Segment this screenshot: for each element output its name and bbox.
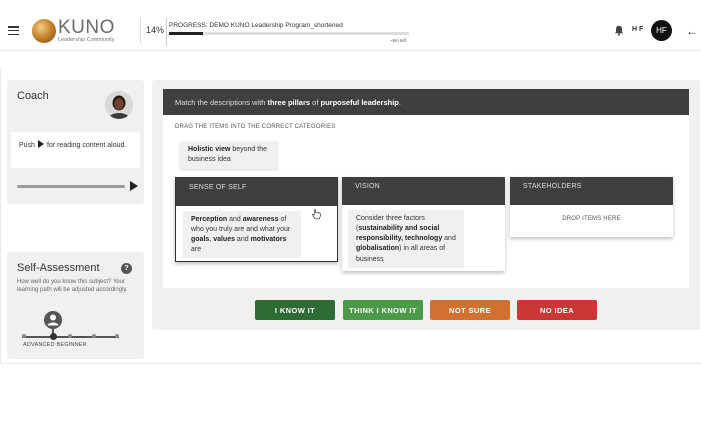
question-text-part: Match the descriptions with	[175, 98, 268, 107]
item-text-bold: Perception	[191, 216, 228, 223]
hamburger-menu-icon[interactable]	[8, 26, 19, 36]
not-sure-button[interactable]: NOT SURE	[430, 300, 510, 320]
slider-tick	[68, 334, 72, 338]
no-idea-button[interactable]: NO IDEA	[517, 300, 597, 320]
help-icon[interactable]: ?	[121, 263, 132, 274]
item-text-bold: awareness	[242, 216, 279, 223]
progress-fill	[169, 32, 203, 35]
question-text-part: of	[310, 98, 321, 107]
item-text: and	[442, 235, 456, 243]
audio-progress-track[interactable]	[17, 185, 125, 188]
progress-bar	[169, 32, 409, 35]
coach-avatar	[105, 91, 133, 119]
item-text: are	[191, 246, 202, 254]
category-vision[interactable]: VISION Consider three factors (sustainab…	[342, 177, 505, 271]
draggable-item-holistic[interactable]: Holistic view beyond the business idea	[180, 141, 278, 169]
top-header: KUNO Leadership Community 14% PROGRESS: …	[0, 12, 701, 50]
progress-label: PROGRESS: DEMO KUNO Leadership Program_s…	[169, 22, 343, 29]
read-aloud-box: Push for reading content aloud.	[11, 132, 140, 168]
back-arrow-icon[interactable]: ←	[686, 25, 698, 37]
i-know-it-button[interactable]: I KNOW IT	[255, 300, 335, 320]
question-text-part: .	[398, 98, 401, 107]
logo-subtitle: Leadership Community	[58, 37, 115, 44]
user-initials: H F	[632, 26, 644, 33]
hand-cursor-icon	[312, 209, 321, 220]
item-text-bold: globalisation	[356, 245, 400, 253]
slider-thumb[interactable]	[50, 333, 57, 340]
level-label: ADVANCED BEGINNER	[23, 342, 87, 348]
question-card: Match the descriptions with three pillar…	[163, 89, 689, 288]
draggable-item-three-factors[interactable]: Consider three factors (sustainability a…	[348, 210, 464, 268]
draggable-item-perception[interactable]: Perception and awareness of who you trul…	[183, 211, 301, 258]
frame-line-left	[0, 68, 1, 364]
slider-tick	[22, 334, 26, 338]
main-question-panel: Match the descriptions with three pillar…	[152, 80, 700, 330]
item-text-bold: values	[213, 236, 235, 244]
level-slider[interactable]	[22, 333, 119, 340]
category-title: SENSE OF SELF	[176, 178, 337, 206]
category-stakeholders[interactable]: STAKEHOLDERS DROP ITEMS HERE	[510, 177, 673, 237]
item-text: and	[234, 236, 251, 244]
coach-panel: Coach Push for reading content aloud.	[7, 80, 144, 204]
think-i-know-it-button[interactable]: THINK I KNOW IT	[343, 300, 423, 320]
drag-instruction: DRAG THE ITEMS INTO THE CORRECT CATEGORI…	[175, 124, 336, 130]
item-text-bold: goals	[191, 236, 210, 244]
item-text-bold: motivators	[250, 236, 287, 244]
question-text-bold: three pillars	[267, 98, 311, 107]
audio-play-icon[interactable]	[130, 181, 138, 191]
question-text-bold: purposeful leadership	[320, 98, 399, 107]
globe-logo-icon	[32, 19, 56, 43]
time-left: ~9m left	[389, 38, 406, 43]
kuno-logo[interactable]: KUNO Leadership Community	[32, 17, 115, 45]
slider-tick	[92, 334, 96, 338]
item-text-bold: sustainability and social responsibility…	[356, 225, 443, 243]
level-marker	[44, 311, 62, 329]
category-title: VISION	[342, 177, 505, 205]
user-avatar[interactable]: HF	[651, 20, 672, 41]
play-small-icon	[37, 140, 44, 148]
self-assessment-panel: Self-Assessment ? How well do you know t…	[7, 252, 144, 359]
self-assessment-description: How well do you know this subject? Your …	[17, 279, 128, 294]
item-text-bold: Holistic view	[188, 146, 231, 153]
slider-tick	[115, 334, 119, 338]
item-text: and	[227, 216, 243, 223]
push-suffix: for reading content aloud.	[46, 142, 127, 149]
question-header: Match the descriptions with three pillar…	[163, 89, 689, 115]
frame-line-bottom	[0, 363, 701, 364]
push-prefix: Push	[19, 142, 35, 149]
progress-percent: 14%	[146, 25, 165, 35]
progress-block: PROGRESS: DEMO KUNO Leadership Program_s…	[166, 18, 410, 46]
header-divider	[140, 18, 141, 44]
self-assessment-title: Self-Assessment	[17, 262, 100, 274]
notification-bell-icon[interactable]	[614, 25, 624, 36]
header-bottom-line	[0, 50, 701, 51]
logo-name: KUNO	[58, 17, 115, 39]
coach-portrait-icon	[105, 91, 133, 119]
coach-title: Coach	[17, 90, 49, 102]
person-icon	[47, 314, 59, 326]
category-title: STAKEHOLDERS	[510, 177, 673, 205]
read-aloud-text: Push for reading content aloud.	[19, 140, 137, 151]
drop-zone-hint: DROP ITEMS HERE	[562, 216, 621, 222]
